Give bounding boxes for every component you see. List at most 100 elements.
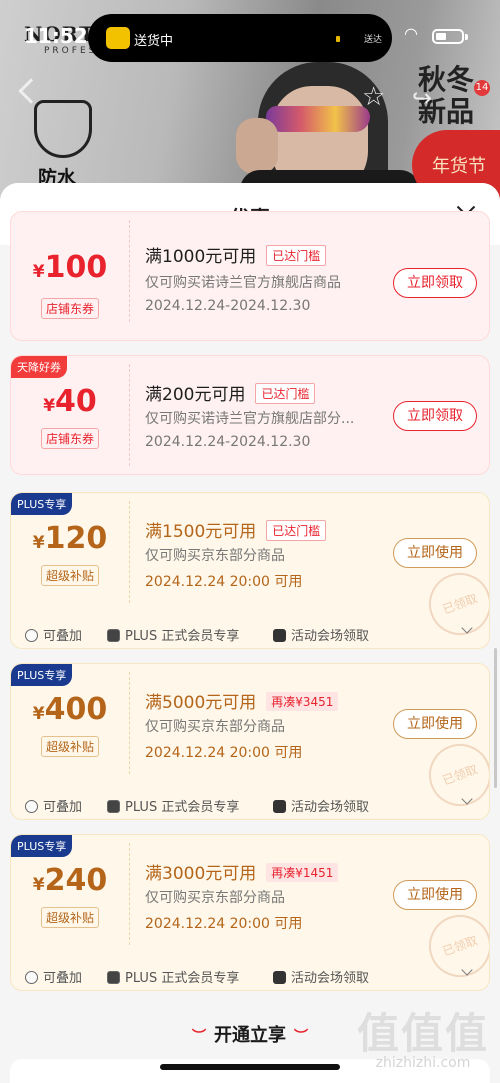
coupon-card: PLUS专享 ¥400 超级补贴 满5000元可用 再凑¥3451 仅可购买京东部… — [10, 663, 490, 820]
coupon-date: 2024.12.24-2024.12.30 — [145, 434, 311, 450]
coupon-sheet: 优惠 ¥100 店铺东券 满1000元可用已达门槛 仅可购买诺诗兰官方旗舰店商品… — [0, 183, 500, 1083]
stackable-feature: 可叠加 — [25, 625, 82, 644]
clock: 11:52 — [24, 24, 88, 48]
delivery-destination: 送达 — [364, 35, 383, 45]
coupon-type: 超级补贴 — [40, 907, 100, 928]
coupon-scope: 仅可购买京东部分商品 — [145, 890, 285, 906]
progress-dot-icon — [336, 36, 340, 42]
coupon-divider — [129, 364, 130, 466]
currency-symbol: ¥ — [32, 533, 45, 553]
home-indicator[interactable] — [160, 1064, 340, 1070]
coupon-features[interactable]: 可叠加 PLUS 正式会员专享 活动会场领取 — [11, 789, 489, 819]
dynamic-island[interactable]: 送货中 送达 — [88, 14, 392, 62]
coupon-features[interactable]: 可叠加 PLUS 正式会员专享 活动会场领取 — [11, 960, 489, 990]
ribbon-left-icon: ︶ — [192, 1029, 206, 1045]
coupon-divider — [129, 501, 130, 603]
use-button[interactable]: 立即使用 — [393, 538, 477, 568]
scrollbar[interactable] — [494, 648, 497, 788]
battery-cap-icon — [465, 34, 468, 40]
coupon-value: 120 — [44, 521, 108, 556]
coupon-value: 40 — [55, 384, 97, 419]
coupon-amount: ¥240 — [11, 863, 129, 898]
use-button[interactable]: 立即使用 — [393, 880, 477, 910]
coupon-condition: 满200元可用 已达门槛 — [145, 380, 316, 405]
currency-symbol: ¥ — [32, 704, 45, 724]
coupon-divider — [129, 220, 130, 322]
stack-icon — [25, 971, 38, 984]
coupon-scope: 仅可购买诺诗兰官方旗舰店商品 — [145, 275, 341, 291]
coupon-value-area: ¥240 超级补贴 — [11, 835, 129, 953]
threshold-badge: 已达门槛 — [266, 245, 327, 266]
crown-icon — [107, 800, 120, 813]
venue-claim-feature: 活动会场领取 — [273, 796, 369, 815]
stack-icon — [25, 800, 38, 813]
gift-icon — [273, 800, 286, 813]
delivery-icon — [106, 27, 130, 49]
claim-button[interactable]: 立即领取 — [393, 268, 477, 298]
currency-symbol: ¥ — [32, 262, 45, 282]
waterproof-badge-icon — [34, 100, 92, 158]
coupon-condition: 满1000元可用 已达门槛 — [145, 242, 327, 267]
coupon-type: 店铺东券 — [40, 428, 100, 449]
coupon-amount: ¥40 — [11, 384, 129, 419]
sunglasses-image — [266, 106, 370, 132]
share-icon[interactable]: ↪ — [412, 84, 432, 112]
coupon-value: 400 — [44, 692, 108, 727]
coupon-value: 100 — [44, 250, 108, 285]
venue-claim-feature: 活动会场领取 — [273, 625, 369, 644]
use-button[interactable]: 立即使用 — [393, 709, 477, 739]
plus-member-feature: PLUS 正式会员专享 — [107, 967, 239, 986]
ribbon-right-icon: ︶ — [294, 1029, 308, 1045]
coupon-scope: 仅可购买京东部分商品 — [145, 548, 285, 564]
coupon-condition: 满3000元可用 再凑¥1451 — [145, 859, 339, 884]
stackable-feature: 可叠加 — [25, 967, 82, 986]
coupon-amount: ¥400 — [11, 692, 129, 727]
promo-count-badge: 14 — [474, 80, 490, 96]
coupon-card: PLUS专享 ¥120 超级补贴 满1500元可用 已达门槛 仅可购买京东部分商品… — [10, 492, 490, 649]
plus-member-feature: PLUS 正式会员专享 — [107, 625, 239, 644]
coupon-amount: ¥120 — [11, 521, 129, 556]
coupon-value-area: ¥40 店铺东券 — [11, 356, 129, 474]
coupon-value-area: ¥400 超级补贴 — [11, 664, 129, 782]
coupon-type: 店铺东券 — [40, 298, 100, 319]
coupon-date: 2024.12.24-2024.12.30 — [145, 298, 311, 314]
status-bar: 11:52 送货中 送达 ◠ — [0, 0, 500, 62]
coupon-features[interactable]: 可叠加 PLUS 正式会员专享 活动会场领取 — [11, 618, 489, 648]
stackable-feature: 可叠加 — [25, 796, 82, 815]
coupon-value-area: ¥100 店铺东券 — [11, 212, 129, 330]
coupon-date: 2024.12.24 20:00 可用 — [145, 745, 303, 761]
battery-icon — [432, 29, 464, 44]
currency-symbol: ¥ — [32, 875, 45, 895]
coupon-divider — [129, 843, 130, 945]
gift-icon — [273, 971, 286, 984]
chevron-down-icon[interactable] — [461, 964, 473, 976]
gift-icon — [273, 629, 286, 642]
crown-icon — [107, 971, 120, 984]
star-icon[interactable]: ☆ — [362, 82, 385, 112]
delivery-status: 送货中 — [134, 34, 174, 49]
chevron-down-icon[interactable] — [461, 793, 473, 805]
coupon-type: 超级补贴 — [40, 736, 100, 757]
claim-button[interactable]: 立即领取 — [393, 401, 477, 431]
coupon-date: 2024.12.24 20:00 可用 — [145, 574, 303, 590]
model-hand — [236, 118, 278, 174]
coupon-date: 2024.12.24 20:00 可用 — [145, 916, 303, 932]
stack-icon — [25, 629, 38, 642]
coupon-condition: 满5000元可用 再凑¥3451 — [145, 688, 339, 713]
coupon-divider — [129, 672, 130, 774]
remaining-badge: 再凑¥1451 — [266, 863, 339, 882]
threshold-badge: 已达门槛 — [255, 383, 316, 404]
coupon-value-area: ¥120 超级补贴 — [11, 493, 129, 611]
coupon-scope: 仅可购买京东部分商品 — [145, 719, 285, 735]
chevron-down-icon[interactable] — [461, 622, 473, 634]
currency-symbol: ¥ — [43, 396, 56, 416]
coupon-scope: 仅可购买诺诗兰官方旗舰店部分... — [145, 411, 355, 427]
coupon-value: 240 — [44, 863, 108, 898]
watermark: 值值值 zhizhizhi.com — [348, 1000, 498, 1071]
venue-claim-feature: 活动会场领取 — [273, 967, 369, 986]
watermark-logo: 值值值 — [356, 1009, 489, 1058]
coupon-card: PLUS专享 ¥240 超级补贴 满3000元可用 再凑¥1451 仅可购买京东部… — [10, 834, 490, 991]
coupon-amount: ¥100 — [11, 250, 129, 285]
wifi-icon: ◠ — [404, 24, 418, 43]
coupon-card: ¥100 店铺东券 满1000元可用 已达门槛 仅可购买诺诗兰官方旗舰店商品 20… — [10, 211, 490, 341]
